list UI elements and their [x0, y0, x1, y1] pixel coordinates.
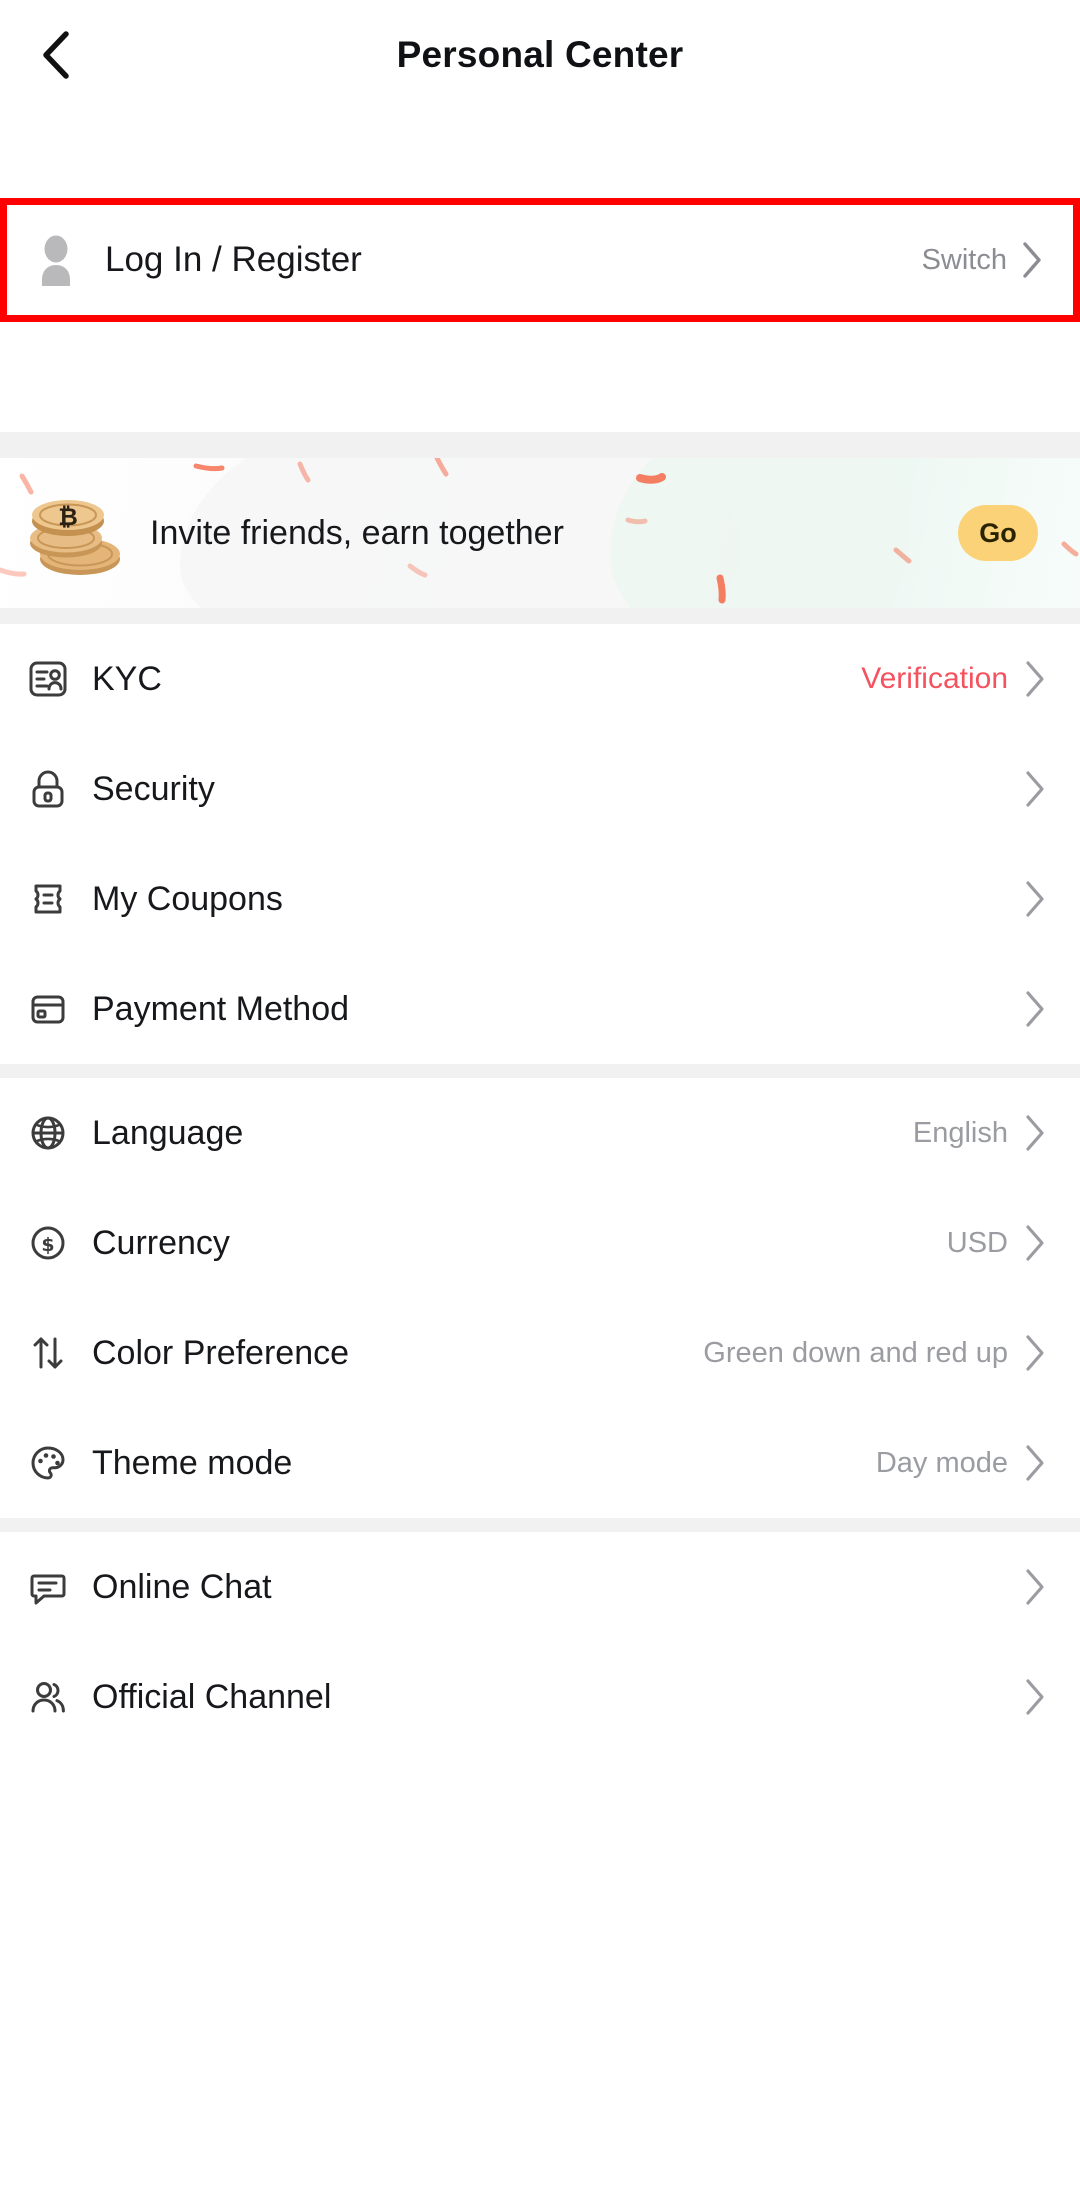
menu-group-support: Online Chat Official Channel [0, 1532, 1080, 1752]
chevron-right-icon [1023, 242, 1041, 278]
menu-item-currency[interactable]: $ Currency USD [0, 1188, 1080, 1298]
ticket-icon [24, 875, 72, 923]
menu-item-online-chat[interactable]: Online Chat [0, 1532, 1080, 1642]
referral-banner-text: Invite friends, earn together [150, 513, 564, 552]
switch-account-action[interactable]: Switch [922, 241, 1043, 279]
user-avatar-icon [29, 233, 83, 287]
section-separator [0, 432, 1080, 458]
palette-icon [24, 1439, 72, 1487]
chevron-right-icon [1026, 771, 1044, 807]
bitcoin-coins-icon: ₿ [22, 485, 132, 581]
menu-item-my-coupons[interactable]: My Coupons [0, 844, 1080, 954]
menu-item-color-preference[interactable]: Color Preference Green down and red up [0, 1298, 1080, 1408]
menu-item-payment-method[interactable]: Payment Method [0, 954, 1080, 1064]
chevron-right-icon [1026, 991, 1044, 1027]
users-icon [24, 1673, 72, 1721]
kyc-status-badge: Verification [861, 662, 1008, 695]
menu-item-label: Theme mode [92, 1443, 293, 1482]
login-register-label: Log In / Register [105, 240, 362, 279]
section-separator [0, 1518, 1080, 1532]
menu-item-official-channel[interactable]: Official Channel [0, 1642, 1080, 1752]
id-card-icon [24, 655, 72, 703]
page-header: Personal Center [0, 0, 1080, 110]
chevron-right-icon [1026, 661, 1044, 697]
menu-item-security[interactable]: Security [0, 734, 1080, 844]
menu-item-language[interactable]: Language English [0, 1078, 1080, 1188]
menu-group-preferences: Language English $ Currency USD Color Pr… [0, 1078, 1080, 1518]
referral-banner[interactable]: ₿ Invite friends, earn together Go [0, 458, 1080, 608]
menu-item-label: Payment Method [92, 989, 350, 1028]
chevron-right-icon [1026, 1225, 1044, 1261]
color-preference-value: Green down and red up [703, 1336, 1008, 1369]
svg-text:₿: ₿ [58, 503, 78, 531]
currency-value: USD [946, 1226, 1008, 1259]
chevron-right-icon [1026, 1569, 1044, 1605]
menu-item-label: Official Channel [92, 1677, 332, 1716]
updown-arrows-icon [24, 1329, 72, 1377]
chevron-left-icon [43, 31, 69, 79]
menu-item-theme-mode[interactable]: Theme mode Day mode [0, 1408, 1080, 1518]
menu-item-label: Online Chat [92, 1567, 272, 1606]
chevron-right-icon [1026, 1115, 1044, 1151]
dollar-circle-icon: $ [24, 1219, 72, 1267]
page-title: Personal Center [396, 34, 684, 75]
menu-item-kyc[interactable]: KYC Verification [0, 624, 1080, 734]
section-separator [0, 608, 1080, 624]
menu-item-label: Currency [92, 1223, 230, 1262]
globe-icon [24, 1109, 72, 1157]
svg-text:$: $ [41, 1234, 54, 1256]
menu-item-label: Language [92, 1113, 244, 1152]
banner-decor-blob-2 [610, 458, 910, 608]
menu-item-label: KYC [92, 659, 162, 698]
chevron-right-icon [1026, 1679, 1044, 1715]
referral-go-button[interactable]: Go [958, 505, 1038, 561]
theme-mode-value: Day mode [875, 1446, 1008, 1479]
back-button[interactable] [28, 27, 84, 83]
chevron-right-icon [1026, 881, 1044, 917]
menu-group-account: KYC Verification Security My Coupons Pay… [0, 624, 1080, 1064]
language-value: English [912, 1116, 1008, 1149]
credit-card-icon [24, 985, 72, 1033]
section-separator [0, 1064, 1080, 1078]
menu-item-label: Color Preference [92, 1333, 350, 1372]
chevron-right-icon [1026, 1335, 1044, 1371]
lock-icon [24, 765, 72, 813]
menu-item-label: Security [92, 769, 215, 808]
chevron-right-icon [1026, 1445, 1044, 1481]
menu-item-label: My Coupons [92, 879, 283, 918]
switch-label: Switch [921, 243, 1007, 276]
chat-bubble-icon [24, 1563, 72, 1611]
login-register-row[interactable]: Log In / Register Switch [0, 198, 1080, 322]
